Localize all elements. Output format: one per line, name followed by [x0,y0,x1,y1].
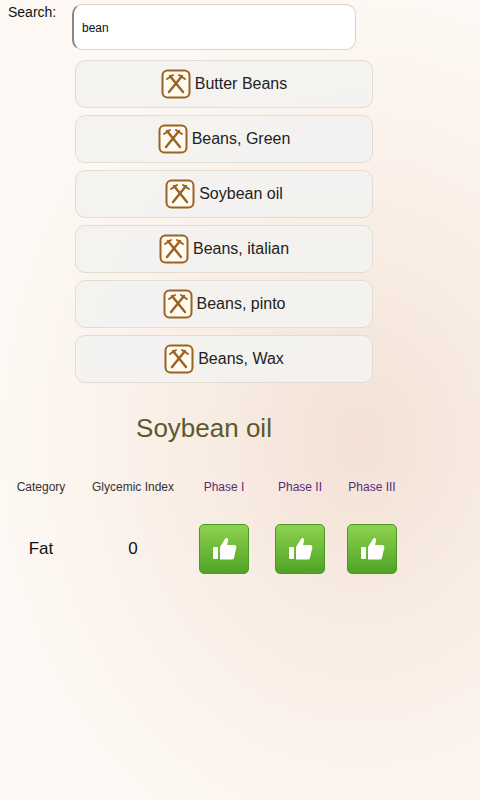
fork-knife-icon [164,344,194,374]
category-value: Fat [0,539,82,559]
result-label: Beans, Wax [198,350,284,368]
result-button[interactable]: Beans, Green [75,115,373,163]
thumbs-up-icon [356,533,388,565]
result-button[interactable]: Beans, pinto [75,280,373,328]
column-header: Category [0,480,82,494]
fork-knife-icon [159,234,189,264]
app-screen: Search:bean Butter Beans Beans, Green Soybe… [0,0,480,800]
thumbs-up-icon [208,533,240,565]
result-label: Soybean oil [199,185,283,203]
results-list: Butter Beans Beans, Green Soybean oil Beans… [75,60,373,383]
column-header: Glycemic Index [82,480,184,494]
phase-cell [184,524,264,574]
result-label: Beans, italian [193,240,289,258]
search-input[interactable]: bean [72,4,356,50]
search-label: Search: [0,4,72,20]
phase-cell [336,524,408,574]
food-table: CategoryGlycemic IndexPhase IPhase IIPha… [0,480,480,574]
food-title: Soybean oil [0,413,408,444]
phase-badge [275,524,325,574]
result-button[interactable]: Beans, italian [75,225,373,273]
fork-knife-icon [165,179,195,209]
column-header: Phase II [264,480,336,494]
fork-knife-icon [161,69,191,99]
phase-cell [264,524,336,574]
result-button[interactable]: Soybean oil [75,170,373,218]
phase-badge [347,524,397,574]
search-bar: Search:bean [0,0,480,50]
result-label: Beans, Green [192,130,291,148]
glycemic-value: 0 [82,539,184,559]
thumbs-up-icon [284,533,316,565]
result-label: Butter Beans [195,75,288,93]
fork-knife-icon [163,289,193,319]
fork-knife-icon [158,124,188,154]
result-label: Beans, pinto [197,295,286,313]
result-button[interactable]: Beans, Wax [75,335,373,383]
result-button[interactable]: Butter Beans [75,60,373,108]
column-header: Phase III [336,480,408,494]
column-header: Phase I [184,480,264,494]
phase-badge [199,524,249,574]
